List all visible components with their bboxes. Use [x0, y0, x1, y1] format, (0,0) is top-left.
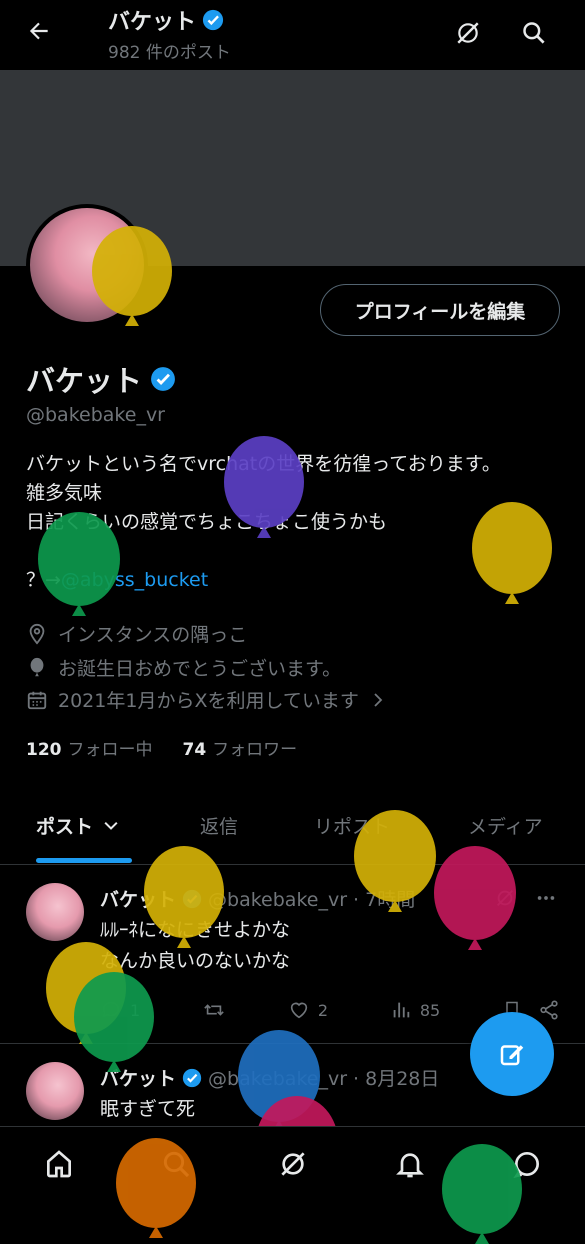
tab-media[interactable]: メディア [468, 812, 543, 839]
balloon-decoration [442, 1144, 522, 1244]
verified-badge-icon [202, 9, 224, 31]
grok-icon[interactable] [277, 1148, 309, 1180]
home-icon[interactable] [43, 1148, 75, 1180]
post-text: 眠すぎて死 [100, 1094, 195, 1125]
post-text-line: 眠すぎて死 [100, 1098, 196, 1120]
follow-stats: 120 フォロー中 74 フォロワー [26, 735, 297, 760]
views-button[interactable]: 85 [390, 999, 440, 1021]
compose-icon [497, 1039, 527, 1069]
balloon-decoration [472, 502, 552, 604]
birthday-row: お誕生日おめでとうございます。 [26, 654, 341, 681]
repost-button[interactable] [202, 999, 226, 1021]
balloon-decoration [92, 226, 172, 326]
like-button[interactable]: 2 [288, 999, 328, 1021]
joined-row[interactable]: 2021年1月からXを利用しています [26, 686, 387, 713]
grok-icon[interactable] [455, 20, 481, 46]
active-tab-indicator [36, 858, 132, 863]
profile-handle: @bakebake_vr [26, 404, 165, 426]
balloon-decoration [434, 846, 516, 950]
like-count: 2 [317, 1000, 328, 1020]
notifications-bell-icon[interactable] [394, 1148, 426, 1180]
location-row: インスタンスの隅っこ [26, 620, 247, 647]
heart-icon [288, 999, 310, 1021]
search-icon[interactable] [520, 19, 547, 46]
share-icon[interactable] [538, 999, 560, 1021]
following-count: 120 [26, 740, 62, 760]
bio-text: バケットという名で [26, 453, 198, 475]
edit-profile-button[interactable]: プロフィールを編集 [320, 284, 560, 336]
verified-badge-icon[interactable] [150, 366, 176, 392]
tab-posts[interactable]: ポスト [36, 812, 121, 839]
tab-posts-label: ポスト [36, 816, 94, 838]
post-avatar[interactable] [26, 883, 84, 941]
location-text: インスタンスの隅っこ [58, 624, 248, 646]
birthday-text: お誕生日おめでとうございます。 [58, 658, 342, 680]
profile-name: バケット [26, 364, 143, 398]
header-title-row: バケット [108, 4, 224, 36]
balloon-icon [26, 657, 48, 679]
views-count: 85 [419, 1000, 441, 1020]
joined-text: 2021年1月からXを利用しています [58, 690, 359, 712]
compose-post-button[interactable] [470, 1012, 554, 1096]
balloon-decoration [224, 436, 304, 538]
tab-replies[interactable]: 返信 [200, 812, 238, 839]
post-count: 982 件のポスト [108, 43, 231, 63]
balloon-decoration [116, 1138, 196, 1238]
post-avatar[interactable] [26, 1062, 84, 1120]
back-arrow-icon[interactable] [26, 18, 52, 44]
chevron-down-icon [101, 816, 121, 836]
followers-count: 74 [182, 740, 207, 760]
chevron-right-icon [369, 689, 387, 711]
views-chart-icon [390, 999, 412, 1021]
more-options-icon[interactable] [535, 887, 557, 909]
verified-badge-icon [182, 1068, 202, 1088]
repost-icon [202, 999, 226, 1021]
followers-link[interactable]: 74 フォロワー [183, 735, 298, 760]
top-bar: バケット 982 件のポスト [0, 0, 585, 70]
following-label: フォロー中 [67, 740, 153, 760]
calendar-icon [26, 689, 48, 711]
balloon-decoration [144, 846, 224, 948]
balloon-decoration [74, 972, 154, 1072]
balloon-decoration [38, 512, 120, 616]
followers-label: フォロワー [212, 740, 298, 760]
location-pin-icon [26, 623, 48, 645]
header-title: バケット [108, 10, 197, 35]
following-link[interactable]: 120 フォロー中 [26, 735, 153, 760]
profile-name-row: バケット [26, 358, 176, 400]
post-text-line: なんか良いのないかな [100, 950, 291, 972]
balloon-decoration [354, 810, 436, 912]
